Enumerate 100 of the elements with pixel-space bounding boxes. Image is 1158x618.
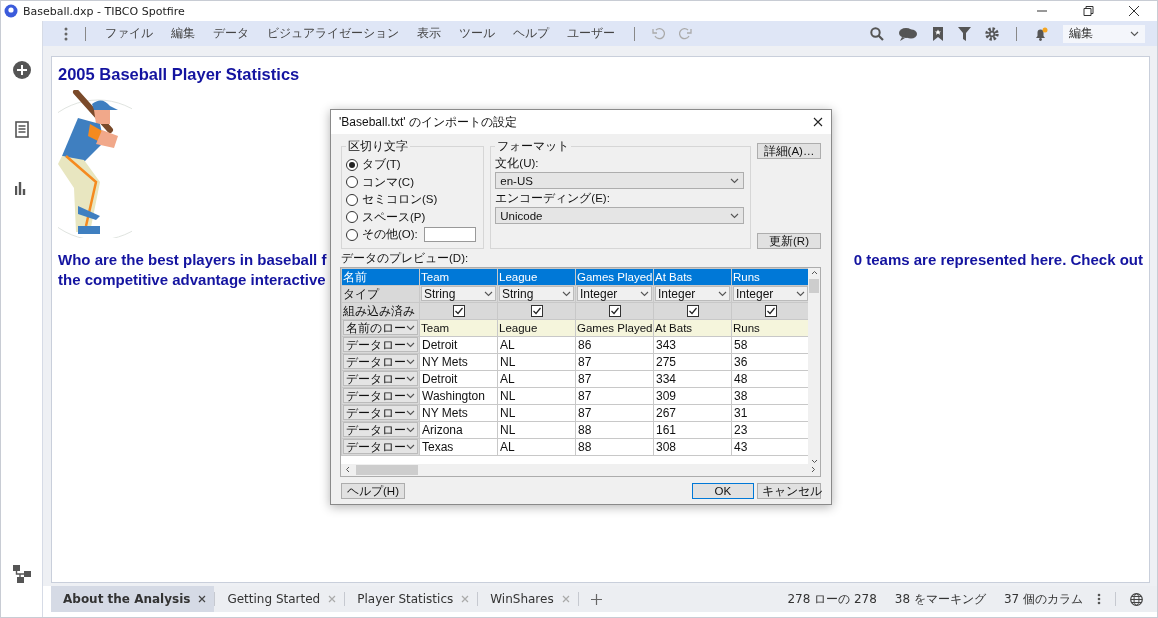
radio-button[interactable] [346,228,358,241]
radio-button[interactable] [346,176,358,189]
globe-icon[interactable] [1130,592,1143,606]
status-text: 38 をマーキング [894,590,986,608]
page-tab[interactable]: Getting Started [215,586,345,612]
scrollbar-thumb[interactable] [809,278,819,293]
radio-label[interactable]: その他(O): [362,227,418,243]
vertical-scrollbar[interactable] [808,267,820,464]
more-vertical-icon[interactable] [1097,593,1101,605]
cancel-button[interactable]: キャンセル [757,482,821,499]
radio-label[interactable]: コンマ(C) [362,174,414,190]
more-vertical-icon[interactable] [64,26,68,41]
include-checkbox[interactable] [686,305,699,318]
scroll-left-icon[interactable] [345,466,350,473]
close-icon[interactable] [813,117,823,127]
filter-icon[interactable] [958,26,971,41]
menu-item[interactable]: ファイル [96,26,162,41]
chevron-down-icon [406,341,415,348]
advanced-button[interactable]: 詳細(A)… [757,143,821,159]
other-delimiter-field[interactable] [423,227,476,243]
field-label: 文化(U): [495,156,540,171]
chevron-down-icon [562,290,571,297]
close-icon[interactable] [198,595,207,603]
column-header: League [497,268,576,285]
dialog-title: 'Baseball.txt' のインポートの設定 [339,113,517,131]
status-text: 37 個のカラム [1003,590,1083,608]
include-checkbox[interactable] [608,305,621,318]
column-header: Games Played [575,268,654,285]
ok-button[interactable]: OK [691,482,754,499]
chevron-down-icon [730,212,739,219]
refresh-button[interactable]: 更新(R) [757,232,821,249]
page-tab[interactable]: WinShares [478,586,578,612]
radio-button[interactable] [346,193,358,206]
mode-dropdown[interactable]: 編集 [1063,24,1145,43]
culture-dropdown[interactable]: en-US [495,172,744,189]
menu-item[interactable]: ビジュアライゼーション [258,26,408,41]
row-type-dropdown[interactable]: データロー [343,354,418,369]
chevron-down-icon [1130,30,1139,37]
include-checkbox[interactable] [452,305,465,318]
radio-button[interactable] [346,158,358,171]
chevron-down-icon [796,290,805,297]
scrollbar-thumb[interactable] [356,464,418,475]
chevron-down-icon [406,409,415,416]
row-type-dropdown[interactable]: データロー [343,371,418,386]
row-type-dropdown[interactable]: データロー [343,405,418,420]
field-label: エンコーディング(E): [495,191,611,206]
search-icon[interactable] [870,26,884,41]
include-checkbox[interactable] [530,305,543,318]
row-type-dropdown[interactable]: 名前のロー [343,320,418,335]
status-text: 278 ローの 278 [787,590,877,608]
menu-item[interactable]: 編集 [162,26,204,41]
chevron-down-icon [484,290,493,297]
chevron-down-icon [640,290,649,297]
column-header: 名前 [341,268,420,285]
chevron-down-icon [406,443,415,450]
menu-item[interactable]: ヘルプ [504,26,558,41]
chevron-down-icon [406,426,415,433]
type-dropdown[interactable]: String [421,286,496,301]
type-dropdown[interactable]: String [499,286,574,301]
page-tab[interactable]: Player Statistics [345,586,478,612]
include-checkbox[interactable] [764,305,777,318]
scroll-down-icon[interactable] [810,458,818,464]
radio-label[interactable]: セミコロン(S) [362,192,438,208]
group-label: フォーマット [496,139,571,154]
type-dropdown[interactable]: Integer [577,286,652,301]
scroll-up-icon[interactable] [810,269,818,275]
type-dropdown[interactable]: Integer [655,286,730,301]
row-type-dropdown[interactable]: データロー [343,388,418,403]
row-type-dropdown[interactable]: データロー [343,337,418,352]
row-type-dropdown[interactable]: データロー [343,422,418,437]
type-dropdown[interactable]: Integer [733,286,808,301]
radio-label[interactable]: スペース(P) [362,209,426,225]
chevron-down-icon [406,375,415,382]
intro-text: Who are the best players in baseball f [58,250,327,270]
add-page-icon[interactable] [590,593,602,605]
column-header: At Bats [653,268,732,285]
horizontal-scrollbar[interactable] [341,463,820,476]
hierarchy-icon[interactable] [12,565,31,583]
radio-button[interactable] [346,211,358,224]
comments-icon[interactable] [898,26,918,41]
chevron-down-icon [730,177,739,184]
bookmark-icon[interactable] [932,26,944,41]
encoding-dropdown[interactable]: Unicode [495,207,744,224]
add-icon[interactable] [12,61,31,79]
notification-bell-icon[interactable] [1034,26,1048,41]
scroll-right-icon[interactable] [811,466,816,473]
help-button[interactable]: ヘルプ(H) [341,482,405,499]
menu-item[interactable]: 表示 [408,26,450,41]
radio-label[interactable]: タブ(T) [362,157,401,173]
document-list-icon[interactable] [14,121,29,138]
chevron-down-icon [406,358,415,365]
menu-item[interactable]: ツール [450,26,504,41]
row-type-dropdown[interactable]: データロー [343,439,418,454]
settings-icon[interactable] [985,26,999,41]
menu-item[interactable]: ユーザー [558,26,624,41]
page-tab[interactable]: About the Analysis [51,586,215,612]
menu-item[interactable]: データ [204,26,258,41]
preview-label: データのプレビュー(D): [340,250,470,266]
intro-text: 0 teams are represented here. Check out [853,250,1143,270]
page-title: 2005 Baseball Player Statistics [58,65,301,84]
